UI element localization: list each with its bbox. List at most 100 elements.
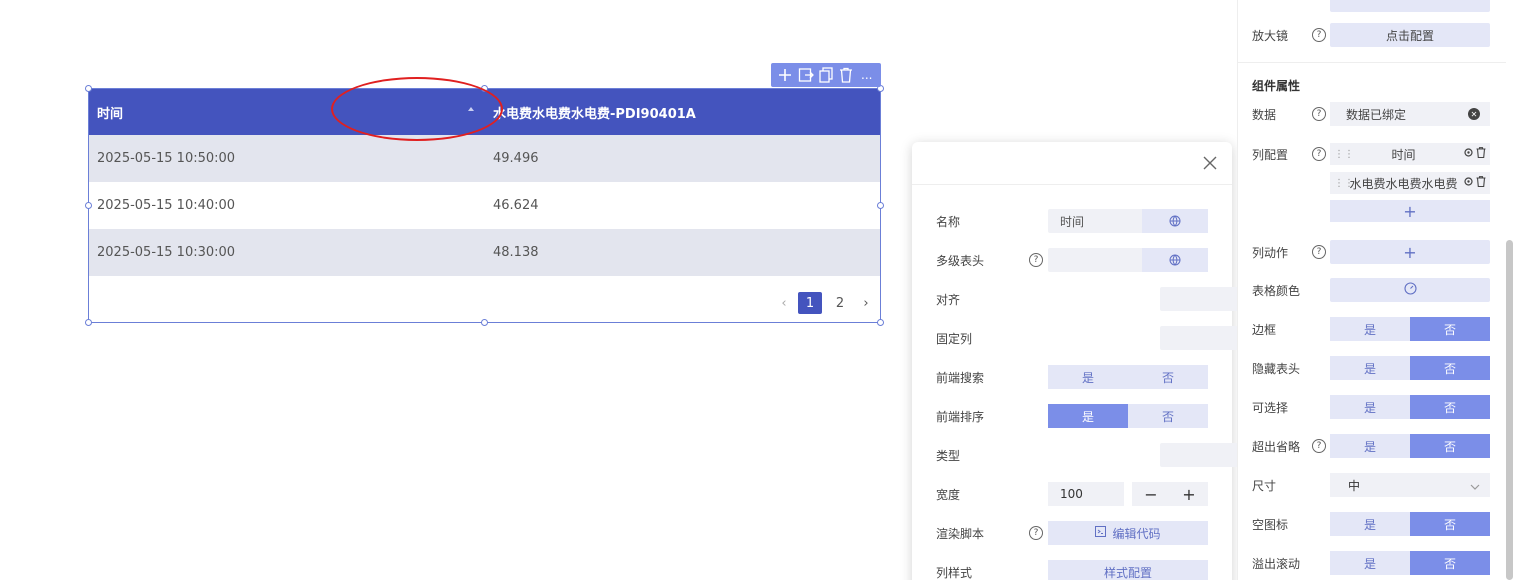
- drag-handle-icon[interactable]: ⋮⋮: [1330, 149, 1354, 160]
- empty-icon-no[interactable]: 否: [1410, 512, 1490, 536]
- help-icon[interactable]: ?: [1312, 107, 1326, 121]
- data-binding-field[interactable]: 数据已绑定 ✕: [1330, 102, 1490, 126]
- help-icon[interactable]: ?: [1312, 439, 1326, 453]
- style-config-button[interactable]: 样式配置: [1048, 560, 1208, 580]
- table-cell: 49.496: [493, 151, 539, 166]
- hide-header-no[interactable]: 否: [1410, 356, 1490, 380]
- resize-handle-se[interactable]: [877, 319, 884, 326]
- edit-code-button[interactable]: 编辑代码: [1048, 521, 1208, 545]
- column-header-value[interactable]: 水电费水电费水电费-PDI90401A: [486, 89, 880, 135]
- data-table: 时间 水电费水电费水电费-PDI90401A 2025-05-15 10:50:…: [88, 88, 881, 323]
- table-row[interactable]: 2025-05-15 10:30:00 48.138: [89, 229, 880, 276]
- front-sort-no[interactable]: 否: [1128, 404, 1208, 428]
- prop-row-magnifier: 放大镜? 点击配置: [1252, 23, 1492, 47]
- border-toggle: 是 否: [1330, 317, 1490, 341]
- prop-row-table-color: 表格颜色: [1252, 278, 1492, 302]
- field-row-name: 名称 时间: [936, 209, 1208, 233]
- help-icon[interactable]: ?: [1312, 245, 1326, 259]
- increment-button[interactable]: +: [1182, 485, 1195, 504]
- name-input[interactable]: 时间: [1048, 209, 1208, 233]
- globe-icon[interactable]: [1142, 209, 1208, 233]
- help-icon[interactable]: ?: [1312, 28, 1326, 42]
- resize-handle-w[interactable]: [85, 202, 92, 209]
- export-icon[interactable]: [797, 66, 815, 84]
- table-row[interactable]: 2025-05-15 10:40:00 46.624: [89, 182, 880, 229]
- field-row-multi-header: 多级表头?: [936, 248, 1208, 272]
- selectable-toggle: 是 否: [1330, 395, 1490, 419]
- field-row-align: 对齐: [936, 287, 1320, 311]
- field-row-render-script: 渲染脚本? 编辑代码: [936, 521, 1208, 545]
- chevron-left-icon[interactable]: ‹: [776, 296, 792, 311]
- border-yes[interactable]: 是: [1330, 317, 1410, 341]
- multi-header-input[interactable]: [1048, 248, 1208, 272]
- chevron-right-icon[interactable]: ›: [858, 296, 874, 311]
- prop-row-col-action: 列动作? +: [1252, 240, 1492, 264]
- globe-icon[interactable]: [1142, 248, 1208, 272]
- ellipsis-yes[interactable]: 是: [1330, 434, 1410, 458]
- column-config-dialog: 名称 时间 多级表头? 对齐 固定列 前端搜索 是 否 前端排序 是 否 类型 …: [912, 142, 1320, 580]
- drag-handle-icon[interactable]: ⋮⋮: [1330, 178, 1354, 189]
- size-select[interactable]: 中: [1330, 473, 1490, 497]
- front-search-no[interactable]: 否: [1128, 365, 1208, 389]
- page-button-1[interactable]: 1: [798, 292, 822, 314]
- resize-handle-n[interactable]: [481, 85, 488, 92]
- resize-handle-e[interactable]: [877, 202, 884, 209]
- close-icon[interactable]: [1202, 155, 1218, 171]
- clear-icon[interactable]: ✕: [1468, 108, 1480, 120]
- resize-handle-sw[interactable]: [85, 319, 92, 326]
- column-item[interactable]: ⋮⋮ 水电费水电费水电费: [1330, 172, 1490, 194]
- selectable-yes[interactable]: 是: [1330, 395, 1410, 419]
- width-input[interactable]: 100: [1048, 482, 1124, 506]
- prop-row-hide-header: 隐藏表头 是 否: [1252, 356, 1492, 380]
- border-no[interactable]: 否: [1410, 317, 1490, 341]
- table-cell: 2025-05-15 10:30:00: [97, 245, 236, 260]
- empty-icon-toggle: 是 否: [1330, 512, 1490, 536]
- more-icon[interactable]: ...: [858, 66, 876, 84]
- overflow-scroll-no[interactable]: 否: [1410, 551, 1490, 575]
- overflow-scroll-yes[interactable]: 是: [1330, 551, 1410, 575]
- width-stepper: − +: [1132, 482, 1208, 506]
- dialog-header: [912, 142, 1232, 185]
- copy-icon[interactable]: [817, 66, 835, 84]
- overflow-scroll-toggle: 是 否: [1330, 551, 1490, 575]
- hide-header-toggle: 是 否: [1330, 356, 1490, 380]
- resize-handle-s[interactable]: [481, 319, 488, 326]
- table-color-button[interactable]: [1330, 278, 1490, 302]
- column-header-time[interactable]: 时间: [89, 89, 486, 135]
- scrollbar[interactable]: [1506, 240, 1513, 580]
- ellipsis-no[interactable]: 否: [1410, 434, 1490, 458]
- front-search-yes[interactable]: 是: [1048, 365, 1128, 389]
- prop-row-selectable: 可选择 是 否: [1252, 395, 1492, 419]
- field-row-width: 宽度 100 − +: [936, 482, 1208, 506]
- table-cell: 46.624: [493, 198, 539, 213]
- front-sort-toggle: 是 否: [1048, 404, 1208, 428]
- prop-row-size: 尺寸 中: [1252, 473, 1492, 497]
- help-icon[interactable]: ?: [1029, 253, 1043, 267]
- trash-icon[interactable]: [1476, 147, 1486, 161]
- front-sort-yes[interactable]: 是: [1048, 404, 1128, 428]
- gear-icon[interactable]: [1463, 176, 1474, 190]
- magnifier-config-button[interactable]: 点击配置: [1330, 23, 1490, 47]
- table-row[interactable]: 2025-05-15 10:50:00 49.496: [89, 135, 880, 182]
- gear-icon[interactable]: [1463, 147, 1474, 161]
- help-icon[interactable]: ?: [1029, 526, 1043, 540]
- field-row-front-search: 前端搜索 是 否: [936, 365, 1208, 389]
- hide-header-yes[interactable]: 是: [1330, 356, 1410, 380]
- empty-icon-yes[interactable]: 是: [1330, 512, 1410, 536]
- field-row-type: 类型: [936, 443, 1320, 467]
- add-column-action-button[interactable]: +: [1330, 240, 1490, 264]
- page-button-2[interactable]: 2: [828, 292, 852, 314]
- resize-handle-nw[interactable]: [85, 85, 92, 92]
- add-column-button[interactable]: +: [1330, 200, 1490, 222]
- add-icon[interactable]: [776, 66, 794, 84]
- trash-icon[interactable]: [837, 66, 855, 84]
- table-cell: 2025-05-15 10:50:00: [97, 151, 236, 166]
- field-row-front-sort: 前端排序 是 否: [936, 404, 1208, 428]
- column-item[interactable]: ⋮⋮ 时间: [1330, 143, 1490, 165]
- selectable-no[interactable]: 否: [1410, 395, 1490, 419]
- field-row-col-style: 列样式 样式配置: [936, 560, 1208, 580]
- help-icon[interactable]: ?: [1312, 147, 1326, 161]
- trash-icon[interactable]: [1476, 176, 1486, 190]
- sort-ascending-icon[interactable]: [468, 107, 474, 111]
- decrement-button[interactable]: −: [1144, 485, 1157, 504]
